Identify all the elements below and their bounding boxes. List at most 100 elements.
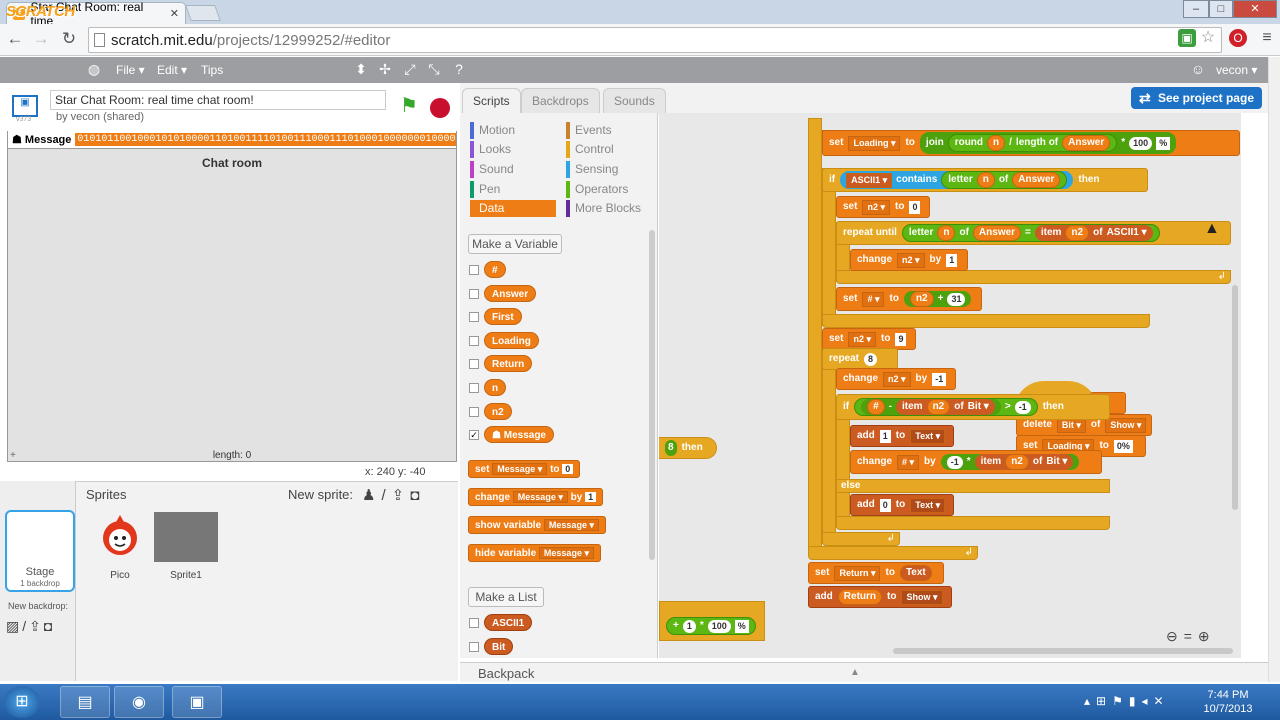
scratch-logo[interactable]: SCRATCH	[6, 3, 75, 23]
add-return-to-show-block[interactable]: add Return to Show ▾	[808, 586, 952, 608]
tray-arrow-icon[interactable]: ▴	[1084, 694, 1096, 708]
extension-icon[interactable]: ▣	[1178, 29, 1196, 47]
language-globe-icon[interactable]: ◍	[86, 61, 102, 77]
make-variable-button[interactable]: Make a Variable	[468, 234, 562, 254]
taskbar-clock[interactable]: 7:44 PM 10/7/2013	[1200, 688, 1256, 716]
show-variable-block[interactable]: show variable Message ▾	[468, 516, 606, 534]
category-more-blocks[interactable]: More Blocks	[566, 200, 656, 217]
backpack-bar[interactable]: Backpack ▲	[460, 662, 1268, 682]
edit-menu[interactable]: Edit ▾	[157, 63, 187, 77]
paint-backdrop-icon[interactable]: ▨	[6, 618, 22, 634]
back-arrow-icon[interactable]: ←	[4, 28, 26, 50]
tab-scripts[interactable]: Scripts	[462, 88, 521, 114]
camera-backdrop-icon[interactable]: ◘	[44, 618, 55, 634]
minimize-icon[interactable]: –	[1183, 0, 1209, 18]
address-bar[interactable]: scratch.mit.edu/projects/12999252/#edito…	[88, 27, 1222, 53]
set-variable-block[interactable]: set Message ▾ to 0	[468, 460, 581, 478]
variable-reporter[interactable]: n	[484, 379, 507, 396]
paint-sprite-icon[interactable]: /	[381, 487, 391, 504]
background-loading-block[interactable]: +1 * 100%	[659, 601, 765, 641]
variable-reporter[interactable]: Answer	[484, 285, 537, 302]
list-checkbox[interactable]	[469, 642, 479, 652]
variable-checkbox[interactable]	[469, 265, 479, 275]
variable-reporter[interactable]: First	[484, 308, 522, 325]
help-icon[interactable]: ?	[451, 61, 467, 77]
explorer-folder-icon[interactable]: ▤	[60, 686, 110, 718]
windows-start-icon[interactable]: ⊞	[4, 686, 40, 718]
category-sound[interactable]: Sound	[470, 161, 556, 178]
variable-checkbox-checked[interactable]: ✓	[469, 430, 479, 440]
variable-reporter[interactable]: ☗ Message	[484, 426, 554, 443]
close-window-icon[interactable]: ✕	[1233, 0, 1277, 18]
repeat-until-block[interactable]: repeat until letter n of Answer = item n2 of A…	[836, 221, 1231, 245]
zoom-reset-icon[interactable]: =	[1184, 628, 1198, 644]
outer-c-block-arm[interactable]	[808, 118, 822, 548]
opera-icon[interactable]: O	[1229, 29, 1247, 47]
page-scrollbar[interactable]	[1268, 57, 1280, 682]
repeat-block[interactable]: repeat 8	[822, 348, 898, 370]
forward-arrow-icon[interactable]: →	[30, 28, 52, 50]
category-operators[interactable]: Operators	[566, 181, 656, 198]
category-motion[interactable]: Motion	[470, 122, 556, 139]
warning-icon[interactable]: ✕	[1154, 694, 1170, 708]
category-control[interactable]: Control	[566, 141, 656, 158]
camera-sprite-icon[interactable]: ◘	[410, 487, 425, 504]
repeat-block-end[interactable]: ↲	[822, 532, 900, 546]
variable-checkbox[interactable]	[469, 359, 479, 369]
script-vertical-scrollbar[interactable]	[1232, 285, 1238, 510]
repeat-block-arm[interactable]	[822, 348, 836, 544]
chrome-taskbar-icon[interactable]: ◉	[114, 686, 164, 718]
hide-variable-block[interactable]: hide variable Message ▾	[468, 544, 601, 562]
file-menu[interactable]: File ▾	[116, 63, 145, 77]
flag-icon[interactable]: ⚑	[1112, 694, 1129, 708]
variable-checkbox[interactable]	[469, 407, 479, 417]
close-tab-icon[interactable]: ✕	[170, 7, 179, 20]
stage-canvas[interactable]	[7, 131, 457, 462]
chrome-menu-icon[interactable]: ≡	[1258, 29, 1276, 47]
set-n2-nine-block[interactable]: set n2 ▾ to 9	[822, 328, 916, 350]
repeat-until-end[interactable]: ↲	[836, 270, 1231, 284]
upload-sprite-icon[interactable]: ⇪	[392, 487, 411, 504]
volume-icon[interactable]: ◂	[1141, 694, 1153, 708]
list-reporter[interactable]: Bit	[484, 638, 514, 655]
variable-checkbox[interactable]	[469, 383, 479, 393]
variable-watcher[interactable]: ☗ Message 010101100100010101000011010011…	[8, 131, 456, 149]
if-block-end[interactable]	[822, 314, 1150, 328]
change-n2-block[interactable]: change n2 ▾ by 1	[850, 249, 968, 271]
shrink-icon[interactable]: ⤡	[426, 61, 442, 77]
user-menu[interactable]: vecon ▾	[1216, 63, 1257, 77]
set-hash-block[interactable]: set # ▾ to n2 +31	[836, 287, 982, 311]
category-data[interactable]: Data	[470, 200, 556, 217]
see-project-page-button[interactable]: ⇄ See project page	[1131, 87, 1262, 109]
bookmark-star-icon[interactable]: ☆	[1199, 29, 1217, 47]
else-bar[interactable]: else	[836, 479, 1110, 493]
duplicate-stamp-icon[interactable]: ⬍	[353, 61, 369, 77]
network-icon[interactable]: ⊞	[1096, 694, 1112, 708]
signal-icon[interactable]: ▮	[1129, 694, 1142, 708]
background-if-block[interactable]: 8 then	[659, 437, 717, 459]
category-pen[interactable]: Pen	[470, 181, 556, 198]
stage-thumbnail[interactable]: Stage 1 backdrop	[5, 510, 75, 592]
if-contains-block[interactable]: if ASCII1 ▾ contains letter n of Answer then	[822, 168, 1148, 192]
variable-checkbox[interactable]	[469, 289, 479, 299]
sprite-thumbnail[interactable]: Pico	[84, 512, 156, 581]
fullscreen-icon[interactable]: ▣	[12, 95, 38, 117]
variable-reporter[interactable]: Loading	[484, 332, 539, 349]
green-flag-icon[interactable]: ⚑	[400, 96, 420, 116]
grow-icon[interactable]: ⤢	[402, 61, 418, 77]
project-title-input[interactable]	[50, 90, 386, 110]
cut-icon[interactable]: ✢	[377, 61, 393, 77]
palette-scrollbar[interactable]	[649, 230, 655, 560]
maximize-icon[interactable]: □	[1209, 0, 1233, 18]
zoom-in-icon[interactable]: ⊕	[1198, 628, 1216, 644]
outer-c-block-end[interactable]: ↲	[808, 546, 978, 560]
set-loading-block[interactable]: set Loading ▾ to join round n / length of Answ…	[822, 130, 1240, 156]
set-n2-block[interactable]: set n2 ▾ to 0	[836, 196, 930, 218]
make-list-button[interactable]: Make a List	[468, 587, 544, 607]
variable-reporter[interactable]: #	[484, 261, 506, 278]
change-n2-minus-block[interactable]: change n2 ▾ by -1	[836, 368, 956, 390]
if-else-end[interactable]	[836, 516, 1110, 530]
if-greater-block[interactable]: if # - item n2 of Bit ▾ > -1 then	[836, 394, 1110, 420]
tab-backdrops[interactable]: Backdrops	[521, 88, 600, 114]
expand-arrow-icon[interactable]: ▲	[850, 667, 860, 678]
